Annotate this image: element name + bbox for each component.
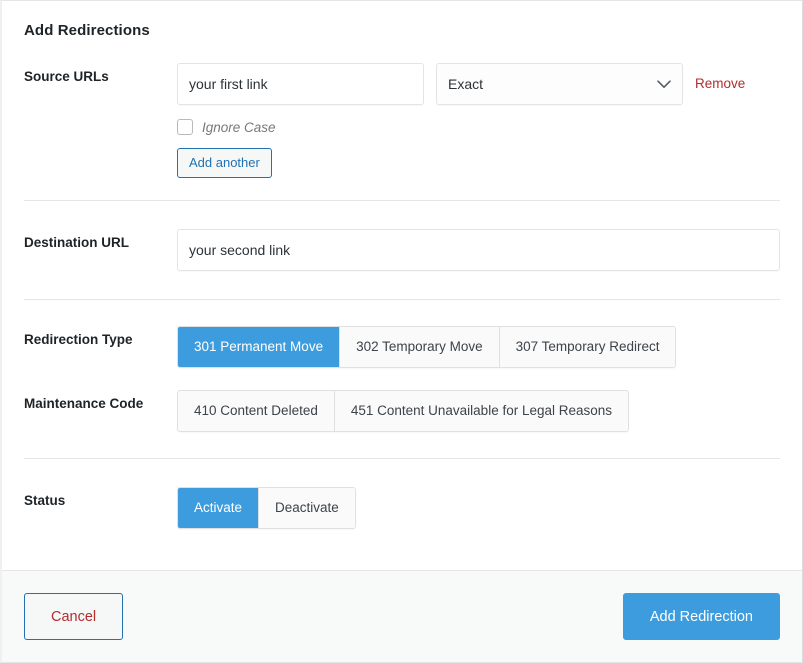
remove-source-link[interactable]: Remove — [695, 63, 745, 105]
destination-url-row: Destination URL — [2, 201, 802, 299]
ignore-case-row: Ignore Case — [177, 119, 780, 135]
destination-url-input[interactable] — [177, 229, 780, 271]
redirection-type-label: Redirection Type — [24, 326, 177, 350]
source-url-input[interactable] — [177, 63, 424, 105]
status-field: Activate Deactivate — [177, 487, 780, 529]
form-body: Add Redirections Source URLs Exact — [2, 1, 802, 570]
maintenance-code-group: 410 Content Deleted 451 Content Unavaila… — [177, 390, 629, 432]
source-urls-label: Source URLs — [24, 63, 177, 87]
redirection-type-group: 301 Permanent Move 302 Temporary Move 30… — [177, 326, 676, 368]
maintenance-code-row: Maintenance Code 410 Content Deleted 451… — [2, 376, 802, 458]
destination-url-field — [177, 229, 780, 271]
add-redirection-panel: Add Redirections Source URLs Exact — [0, 0, 803, 663]
redirection-type-field: 301 Permanent Move 302 Temporary Move 30… — [177, 326, 780, 368]
match-type-select-wrap: Exact — [436, 63, 683, 105]
source-urls-row: Source URLs Exact — [2, 39, 802, 200]
ignore-case-label: Ignore Case — [202, 120, 276, 135]
destination-url-label: Destination URL — [24, 229, 177, 253]
add-redirection-button[interactable]: Add Redirection — [623, 593, 780, 640]
maintenance-code-field: 410 Content Deleted 451 Content Unavaila… — [177, 390, 780, 432]
source-url-line: Exact Remove — [177, 63, 780, 105]
status-row: Status Activate Deactivate — [2, 459, 802, 557]
status-group: Activate Deactivate — [177, 487, 356, 529]
maintenance-code-option-410[interactable]: 410 Content Deleted — [178, 391, 334, 431]
redirection-type-option-307[interactable]: 307 Temporary Redirect — [499, 327, 676, 367]
status-label: Status — [24, 487, 177, 511]
status-option-deactivate[interactable]: Deactivate — [258, 488, 355, 528]
cancel-button[interactable]: Cancel — [24, 593, 123, 640]
page-title: Add Redirections — [2, 1, 802, 39]
maintenance-code-option-451[interactable]: 451 Content Unavailable for Legal Reason… — [334, 391, 628, 431]
match-type-select[interactable]: Exact — [436, 63, 683, 105]
redirection-type-row: Redirection Type 301 Permanent Move 302 … — [2, 300, 802, 376]
ignore-case-checkbox[interactable] — [177, 119, 193, 135]
maintenance-code-label: Maintenance Code — [24, 390, 177, 414]
redirection-type-option-302[interactable]: 302 Temporary Move — [339, 327, 499, 367]
match-type-value: Exact — [448, 76, 483, 92]
status-option-activate[interactable]: Activate — [178, 488, 258, 528]
source-urls-field: Exact Remove Ignore Case Add anoth — [177, 63, 780, 178]
source-url-input-wrap — [177, 63, 424, 105]
redirection-type-option-301[interactable]: 301 Permanent Move — [178, 327, 339, 367]
form-footer: Cancel Add Redirection — [2, 570, 802, 662]
add-another-button[interactable]: Add another — [177, 148, 272, 178]
